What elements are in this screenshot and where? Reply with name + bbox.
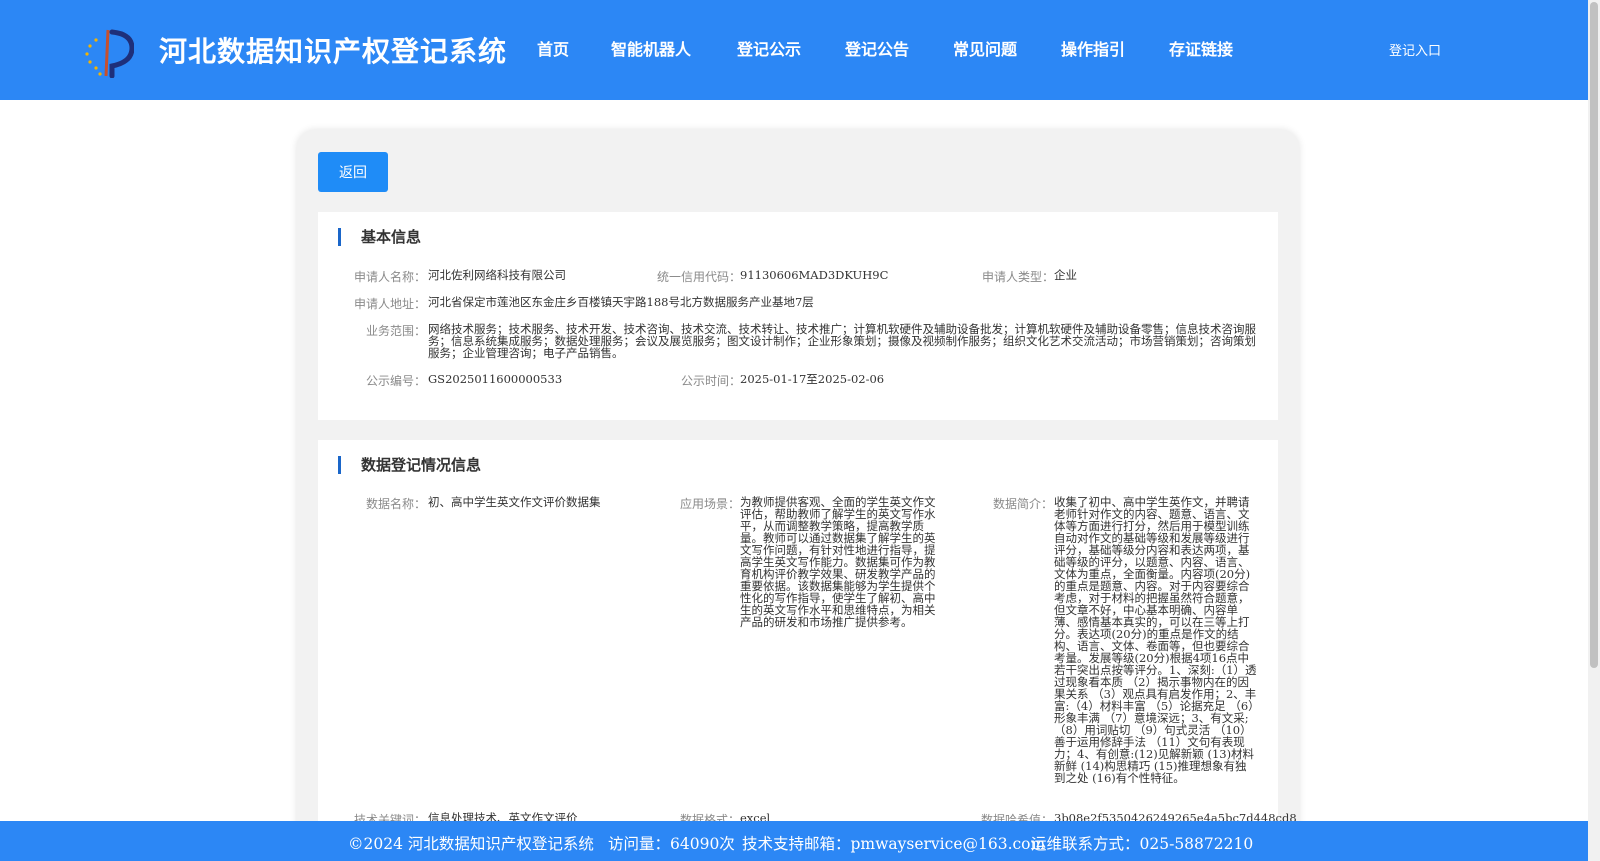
notice-time-label: 公示时间： <box>681 374 742 388</box>
notice-number-label: 公示编号： <box>366 374 427 388</box>
nav-item-faq[interactable]: 常见问题 <box>953 36 1017 60</box>
address-label: 申请人地址： <box>354 297 427 311</box>
footer-copyright: ©2024 河北数据知识产权登记系统 <box>348 835 594 853</box>
credit-code-value: 91130606MAD3DKUH9C <box>740 268 889 282</box>
basic-info-section: 基本信息 申请人名称： 河北佐利网络科技有限公司 统一信用代码： 9113060… <box>318 212 1278 420</box>
business-scope-label: 业务范围： <box>366 324 427 338</box>
page-footer: ©2024 河北数据知识产权登记系统 访问量：64090次 技术支持邮箱：pmw… <box>0 821 1588 861</box>
data-intro-label: 数据简介： <box>993 497 1054 511</box>
section-title-basic-info: 基本信息 <box>338 228 421 246</box>
scenario-value: 为教师提供客观、全面的学生英文作文评估，帮助教师了解学生的英文写作水平，从而调整… <box>740 495 936 629</box>
nav-item-evidence-link[interactable]: 存证链接 <box>1169 36 1233 60</box>
footer-visits: 访问量：64090次 <box>608 835 735 853</box>
page-scrollbar[interactable] <box>1588 0 1600 861</box>
data-intro-value: 收集了初中、高中学生英作文，并聘请老师针对作文的内容、题意、语言、文体等方面进行… <box>1054 495 1257 785</box>
nav-item-home[interactable]: 首页 <box>537 36 569 60</box>
section-title-data-registration: 数据登记情况信息 <box>338 456 481 474</box>
footer-email: 技术支持邮箱：pmwayservice@163.com <box>742 835 1046 853</box>
business-scope-value: 网络技术服务；技术服务、技术开发、技术咨询、技术交流、技术转让、技术推广；计算机… <box>428 322 1256 360</box>
logo-icon <box>85 29 134 78</box>
nav-item-announcement[interactable]: 登记公告 <box>845 36 909 60</box>
scroll-thumb[interactable] <box>1590 2 1598 668</box>
notice-number-value: GS2025011600000533 <box>428 372 563 386</box>
back-button[interactable]: 返回 <box>318 152 388 192</box>
applicant-name-label: 申请人名称： <box>354 270 427 284</box>
data-registration-section: 数据登记情况信息 数据名称： 初、高中学生英文作文评价数据集 应用场景： 为教师… <box>318 440 1297 861</box>
applicant-type-label: 申请人类型： <box>982 270 1055 284</box>
footer-phone: 运维联系方式：025-58872210 <box>1031 835 1254 853</box>
nav-item-notice[interactable]: 登记公示 <box>737 36 801 60</box>
notice-time-value: 2025-01-17至2025-02-06 <box>740 372 885 386</box>
applicant-type-value: 企业 <box>1054 268 1077 282</box>
credit-code-label: 统一信用代码： <box>657 270 742 284</box>
login-link[interactable]: 登记入口 <box>1389 40 1441 59</box>
scenario-label: 应用场景： <box>680 497 741 511</box>
nav-item-guide[interactable]: 操作指引 <box>1061 36 1125 60</box>
data-name-label: 数据名称： <box>366 497 427 511</box>
address-value: 河北省保定市莲池区东金庄乡百楼镇天宇路188号北方数据服务产业基地7层 <box>428 295 814 309</box>
applicant-name-value: 河北佐利网络科技有限公司 <box>428 268 566 282</box>
data-name-value: 初、高中学生英文作文评价数据集 <box>428 495 601 509</box>
nav-item-robot[interactable]: 智能机器人 <box>611 36 691 60</box>
top-header: 河北数据知识产权登记系统 首页 智能机器人 登记公示 登记公告 常见问题 操作指… <box>0 0 1588 100</box>
site-title: 河北数据知识产权登记系统 <box>159 35 508 68</box>
